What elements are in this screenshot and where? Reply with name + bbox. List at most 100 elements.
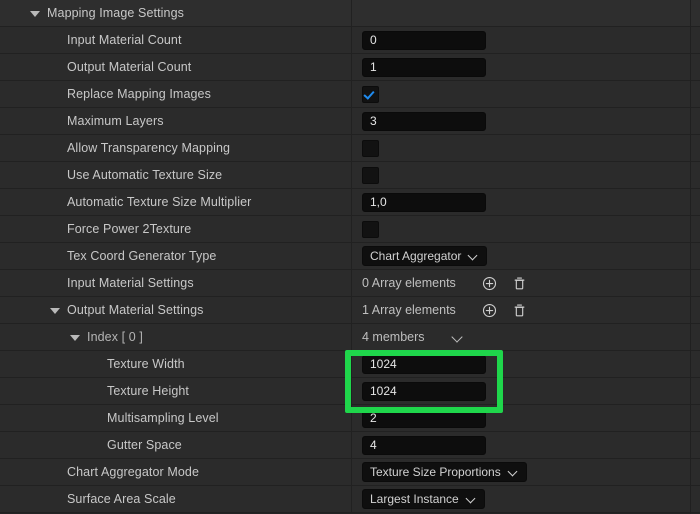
property-row-output-material-count: Output Material Count 1 — [0, 54, 700, 81]
property-label: Automatic Texture Size Multiplier — [67, 195, 251, 209]
property-name-cell: Replace Mapping Images — [0, 81, 352, 107]
property-row-maximum-layers: Maximum Layers 3 — [0, 108, 700, 135]
property-value-cell: 0 Array elements — [352, 270, 700, 296]
remove-array-elements-button[interactable] — [511, 302, 527, 318]
property-name-cell: Input Material Settings — [0, 270, 352, 296]
property-name-cell: Automatic Texture Size Multiplier — [0, 189, 352, 215]
property-name-cell: Texture Height — [0, 378, 352, 404]
property-name-cell: Chart Aggregator Mode — [0, 459, 352, 485]
dropdown-value: Largest Instance — [370, 492, 459, 506]
checkbox-allow-transparency-mapping[interactable] — [362, 140, 379, 157]
property-value-cell: 2 — [352, 405, 700, 431]
property-value-cell: 4 members — [352, 324, 700, 350]
property-value-cell — [352, 0, 700, 26]
property-row-use-automatic-texture-size: Use Automatic Texture Size — [0, 162, 700, 189]
property-editor-panel: Mapping Image SettingsInput Material Cou… — [0, 0, 700, 514]
property-value-cell: 4 — [352, 432, 700, 458]
number-input-input-material-count[interactable]: 0 — [362, 31, 486, 50]
dropdown-tex-coord-generator-type[interactable]: Chart Aggregator — [362, 246, 487, 266]
add-array-element-button[interactable] — [481, 302, 497, 318]
checkbox-force-power-2texture[interactable] — [362, 221, 379, 238]
chevron-down-icon — [469, 251, 479, 261]
property-row-allow-transparency-mapping: Allow Transparency Mapping — [0, 135, 700, 162]
property-label: Multisampling Level — [107, 411, 219, 425]
property-row-input-material-settings: Input Material Settings 0 Array elements — [0, 270, 700, 297]
property-name-cell: Texture Width — [0, 351, 352, 377]
property-row-replace-mapping-images: Replace Mapping Images — [0, 81, 700, 108]
disclosure-triangle-icon[interactable] — [48, 303, 62, 317]
chevron-down-icon — [509, 467, 519, 477]
number-input-output-material-count[interactable]: 1 — [362, 58, 486, 77]
property-name-cell: Input Material Count — [0, 27, 352, 53]
array-element-count: 1 Array elements — [362, 303, 456, 317]
property-row-output-material-settings: Output Material Settings1 Array elements — [0, 297, 700, 324]
property-label: Tex Coord Generator Type — [67, 249, 216, 263]
property-value-cell: 1 — [352, 54, 700, 80]
property-row-texture-width: Texture Width 1024 — [0, 351, 700, 378]
number-input-multisampling-level[interactable]: 2 — [362, 409, 486, 428]
number-input-texture-height[interactable]: 1024 — [362, 382, 486, 401]
property-name-cell: Gutter Space — [0, 432, 352, 458]
property-name-cell: Multisampling Level — [0, 405, 352, 431]
add-array-element-button[interactable] — [481, 275, 497, 291]
property-row-surface-area-scale: Surface Area Scale Largest Instance — [0, 486, 700, 513]
property-label: Texture Width — [107, 357, 185, 371]
property-row-tex-coord-generator-type: Tex Coord Generator Type Chart Aggregator — [0, 243, 700, 270]
property-label: Texture Height — [107, 384, 189, 398]
property-value-cell: Texture Size Proportions — [352, 459, 700, 485]
number-input-texture-width[interactable]: 1024 — [362, 355, 486, 374]
property-row-gutter-space: Gutter Space 4 — [0, 432, 700, 459]
number-input-automatic-texture-size-multiplier[interactable]: 1,0 — [362, 193, 486, 212]
property-name-cell: Output Material Count — [0, 54, 352, 80]
checkbox-replace-mapping-images[interactable] — [362, 86, 379, 103]
property-row-automatic-texture-size-multiplier: Automatic Texture Size Multiplier 1,0 — [0, 189, 700, 216]
property-row-force-power-2texture: Force Power 2Texture — [0, 216, 700, 243]
disclosure-triangle-icon[interactable] — [28, 6, 42, 20]
property-value-cell — [352, 162, 700, 188]
dropdown-chart-aggregator-mode[interactable]: Texture Size Proportions — [362, 462, 527, 482]
property-value-cell: 1,0 — [352, 189, 700, 215]
members-count: 4 members — [362, 330, 425, 344]
dropdown-surface-area-scale[interactable]: Largest Instance — [362, 489, 485, 509]
property-value-cell: 0 — [352, 27, 700, 53]
property-label: Chart Aggregator Mode — [67, 465, 199, 479]
property-row-index-0: Index [ 0 ] 4 members — [0, 324, 700, 351]
property-value-cell: Chart Aggregator — [352, 243, 700, 269]
number-input-maximum-layers[interactable]: 3 — [362, 112, 486, 131]
property-label: Output Material Count — [67, 60, 191, 74]
chevron-down-icon — [467, 494, 477, 504]
dropdown-value: Chart Aggregator — [370, 249, 461, 263]
property-value-cell: Largest Instance — [352, 486, 700, 512]
property-name-cell: Force Power 2Texture — [0, 216, 352, 242]
property-label: Gutter Space — [107, 438, 182, 452]
property-name-cell: Index [ 0 ] — [0, 324, 352, 350]
property-label: Index [ 0 ] — [87, 330, 143, 344]
checkbox-use-automatic-texture-size[interactable] — [362, 167, 379, 184]
property-label: Force Power 2Texture — [67, 222, 191, 236]
disclosure-triangle-icon[interactable] — [68, 330, 82, 344]
property-value-cell: 1024 — [352, 378, 700, 404]
chevron-down-icon — [453, 332, 464, 343]
array-element-count: 0 Array elements — [362, 276, 456, 290]
property-row-input-material-count: Input Material Count 0 — [0, 27, 700, 54]
members-dropdown[interactable]: 4 members — [362, 330, 464, 344]
property-name-cell: Mapping Image Settings — [0, 0, 352, 26]
number-input-gutter-space[interactable]: 4 — [362, 436, 486, 455]
property-name-cell: Allow Transparency Mapping — [0, 135, 352, 161]
property-label: Surface Area Scale — [67, 492, 176, 506]
property-row-mapping-image-settings: Mapping Image Settings — [0, 0, 700, 27]
property-value-cell — [352, 81, 700, 107]
property-name-cell: Tex Coord Generator Type — [0, 243, 352, 269]
property-row-chart-aggregator-mode: Chart Aggregator Mode Texture Size Propor… — [0, 459, 700, 486]
property-label: Input Material Settings — [67, 276, 194, 290]
property-label: Maximum Layers — [67, 114, 164, 128]
remove-array-elements-button[interactable] — [511, 275, 527, 291]
property-label: Input Material Count — [67, 33, 182, 47]
property-rows: Mapping Image SettingsInput Material Cou… — [0, 0, 700, 513]
dropdown-value: Texture Size Proportions — [370, 465, 501, 479]
property-label: Replace Mapping Images — [67, 87, 211, 101]
property-row-multisampling-level: Multisampling Level 2 — [0, 405, 700, 432]
panel-right-divider — [690, 0, 691, 514]
property-name-cell: Use Automatic Texture Size — [0, 162, 352, 188]
property-label: Use Automatic Texture Size — [67, 168, 222, 182]
